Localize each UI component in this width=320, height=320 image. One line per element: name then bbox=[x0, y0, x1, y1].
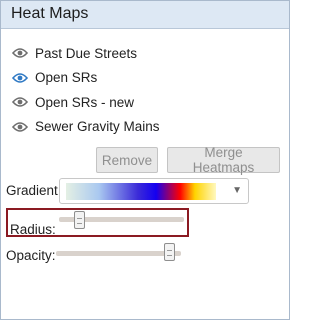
layer-label: Past Due Streets bbox=[35, 45, 138, 61]
merge-heatmaps-button[interactable]: Merge Heatmaps bbox=[167, 145, 280, 175]
eye-icon[interactable] bbox=[12, 72, 28, 84]
layer-item-open-srs-new[interactable]: Open SRs - new bbox=[12, 90, 160, 115]
layer-item-open-srs[interactable]: Open SRs bbox=[12, 66, 160, 91]
radius-row: Radius: bbox=[6, 208, 189, 237]
eye-icon[interactable] bbox=[12, 47, 28, 59]
gradient-select[interactable]: ▼ bbox=[59, 178, 249, 204]
gradient-label: Gradient: bbox=[6, 183, 62, 198]
heat-maps-panel: Heat Maps Past Due Streets Open SRs Open… bbox=[0, 0, 290, 320]
opacity-label: Opacity: bbox=[6, 248, 56, 263]
remove-button[interactable]: Remove bbox=[96, 147, 158, 173]
layer-item-sewer-gravity-mains[interactable]: Sewer Gravity Mains bbox=[12, 115, 160, 140]
layer-label: Sewer Gravity Mains bbox=[35, 119, 160, 135]
action-buttons: Remove Merge Heatmaps bbox=[96, 145, 280, 175]
radius-label: Radius: bbox=[10, 222, 56, 237]
opacity-slider-handle[interactable] bbox=[163, 243, 175, 261]
gradient-preview bbox=[66, 183, 216, 200]
layer-list: Past Due Streets Open SRs Open SRs - new… bbox=[12, 41, 160, 139]
layer-label: Open SRs - new bbox=[35, 94, 135, 110]
layer-label: Open SRs bbox=[35, 70, 98, 86]
layer-item-past-due-streets[interactable]: Past Due Streets bbox=[12, 41, 160, 66]
eye-icon[interactable] bbox=[12, 121, 28, 133]
eye-icon[interactable] bbox=[12, 96, 28, 108]
panel-title: Heat Maps bbox=[1, 1, 289, 29]
opacity-slider-track[interactable] bbox=[56, 251, 181, 256]
chevron-down-icon: ▼ bbox=[232, 185, 242, 196]
radius-slider-handle[interactable] bbox=[74, 211, 85, 229]
